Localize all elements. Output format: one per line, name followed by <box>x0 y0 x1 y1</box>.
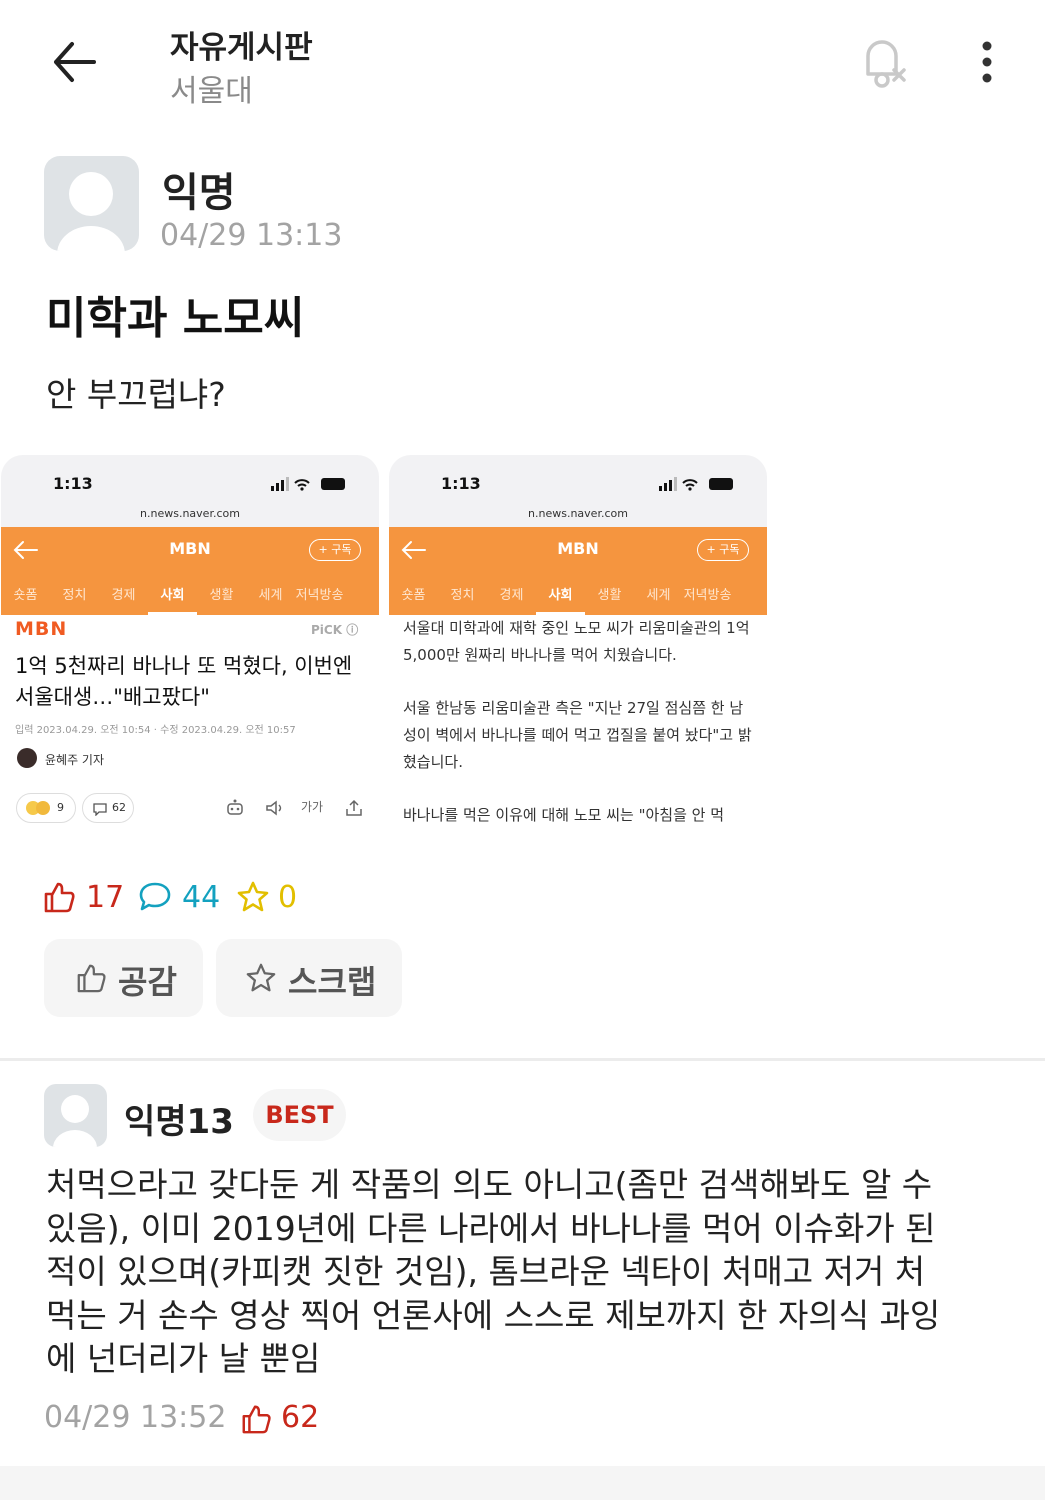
comment-count: 44 <box>182 880 221 915</box>
author-avatar <box>44 156 139 251</box>
category-tab: 숏폼 <box>401 588 426 603</box>
attached-image-2[interactable]: 1:13 n.news.naver.com MBN + 구독 숏폼 정치 경제 … <box>389 455 767 855</box>
category-tab: 생활 <box>209 588 234 603</box>
article-paragraph: 바나나를 먹은 이유에 대해 노모 씨는 "아침을 안 먹 <box>403 806 725 824</box>
commenter-avatar <box>44 1084 107 1147</box>
category-tab: 정치 <box>62 588 87 603</box>
category-tab-active: 사회 <box>148 583 197 615</box>
comment-line: 적이 있으며(카피캣 짓한 것임), 톰브라운 넥타이 처매고 저거 처 <box>46 1252 926 1291</box>
emoji-icon <box>36 801 50 815</box>
subscribe-button: + 구독 <box>697 539 749 561</box>
comment-bubble-icon <box>139 882 171 911</box>
like-button[interactable]: 공감 <box>44 939 203 1017</box>
star-icon <box>246 963 276 992</box>
article-body: 서울대 미학과에 재학 중인 노모 씨가 리움미술관의 1억 5,000만 원짜… <box>403 615 755 855</box>
post-date: 04/29 13:13 <box>160 218 343 253</box>
more-vertical-icon[interactable] <box>970 38 1004 86</box>
comment-line: 있음), 이미 2019년에 다른 나라에서 바나나를 먹어 이슈화가 된 <box>46 1208 936 1248</box>
comment-body: 처먹으라고 갖다둔 게 작품의 의도 아니고(좀만 검색해봐도 알 수 있음),… <box>46 1163 1006 1381</box>
scrap-button[interactable]: 스크랩 <box>216 939 402 1017</box>
category-tab: 세계 <box>646 588 671 603</box>
thumbs-up-icon <box>44 882 75 913</box>
article-paragraph: 서울대 미학과에 재학 중인 노모 씨가 리움미술관의 1억 5,000만 원짜… <box>403 619 750 664</box>
category-tab: 세계 <box>258 588 283 603</box>
thumbs-up-icon <box>77 964 106 993</box>
category-tab: 숏폼 <box>13 588 38 603</box>
category-tabs: 숏폼 정치 경제 사회 생활 세계 저녁방송 <box>389 583 767 615</box>
board-title: 자유게시판 <box>170 30 313 66</box>
bell-off-icon[interactable] <box>856 32 912 92</box>
phone-status-bar: 1:13 n.news.naver.com <box>389 455 767 527</box>
speech-bubble-icon <box>93 803 107 816</box>
back-arrow-icon[interactable] <box>48 38 104 86</box>
news-app-bar: MBN + 구독 숏폼 정치 경제 사회 생활 세계 저녁방송 <box>1 527 379 615</box>
article-headline: 1억 5천짜리 바나나 또 먹혔다, 이번엔 서울대생…"배고팠다" <box>15 654 353 709</box>
like-button-label: 공감 <box>118 963 177 1001</box>
comment-count: 62 <box>112 801 126 814</box>
category-tab: 생활 <box>597 588 622 603</box>
status-time: 1:13 <box>53 474 93 493</box>
reaction-count: 9 <box>57 801 64 814</box>
comment-pill: 62 <box>82 793 134 823</box>
subscribe-button: + 구독 <box>309 539 361 561</box>
thumbs-up-icon[interactable] <box>240 1403 272 1435</box>
article-meta: 입력 2023.04.29. 오전 10:54 · 수정 2023.04.29.… <box>15 725 296 736</box>
status-time: 1:13 <box>441 474 481 493</box>
reporter-avatar <box>17 748 37 768</box>
category-tab: 경제 <box>499 588 524 603</box>
category-tab: 경제 <box>111 588 136 603</box>
comment-like-count: 62 <box>281 1400 320 1435</box>
star-icon <box>237 881 269 912</box>
post-body: 안 부끄럽냐? <box>46 375 226 414</box>
robot-icon <box>227 799 243 815</box>
category-tab: 정치 <box>450 588 475 603</box>
phone-status-bar: 1:13 n.news.naver.com <box>1 455 379 527</box>
category-tabs: 숏폼 정치 경제 사회 생활 세계 저녁방송 <box>1 583 379 615</box>
commenter-name: 익명13 <box>124 1102 234 1142</box>
comment-line: 에 넌더리가 날 뿐임 <box>46 1339 321 1378</box>
reporter-name: 윤혜주 기자 <box>45 753 105 767</box>
author-name: 익명 <box>162 170 236 216</box>
best-badge: BEST <box>253 1089 346 1141</box>
font-size-label: 가가 <box>301 800 324 814</box>
news-app-bar: MBN + 구독 숏폼 정치 경제 사회 생활 세계 저녁방송 <box>389 527 767 615</box>
next-comment-area <box>0 1466 1045 1500</box>
comment-line: 처먹으라고 갖다둔 게 작품의 의도 아니고(좀만 검색해봐도 알 수 <box>46 1165 933 1204</box>
article-paragraph: 서울 한남동 리움미술관 측은 "지난 27일 점심쯤 한 남성이 벽에서 바나… <box>403 699 752 771</box>
comment-line: 먹는 거 손수 영상 찍어 언론사에 스스로 제보까지 한 자의식 과잉 <box>46 1295 941 1335</box>
comment-date: 04/29 13:52 <box>44 1400 227 1435</box>
speaker-icon <box>266 800 282 816</box>
like-count: 17 <box>86 880 125 915</box>
signal-wifi-battery-icon <box>271 477 345 491</box>
attached-image-1[interactable]: 1:13 n.news.naver.com MBN + 구독 숏폼 정치 경제 … <box>1 455 379 855</box>
category-tab: 저녁방송 <box>683 588 732 603</box>
category-tab-active: 사회 <box>536 583 585 615</box>
scrap-count: 0 <box>278 880 298 915</box>
url-bar: n.news.naver.com <box>140 507 240 520</box>
section-divider <box>0 1058 1045 1061</box>
share-icon <box>346 799 362 816</box>
reaction-pill: 9 <box>16 793 76 823</box>
post-title: 미학과 노모씨 <box>46 293 305 344</box>
pick-badge: PiCK ⓘ <box>311 623 359 637</box>
mbn-logo: MBN <box>15 618 68 640</box>
url-bar: n.news.naver.com <box>528 507 628 520</box>
board-subtitle: 서울대 <box>170 74 253 109</box>
scrap-button-label: 스크랩 <box>288 963 377 1001</box>
signal-wifi-battery-icon <box>659 477 733 491</box>
app-header: 자유게시판 서울대 <box>0 0 1045 120</box>
category-tab: 저녁방송 <box>295 588 344 603</box>
